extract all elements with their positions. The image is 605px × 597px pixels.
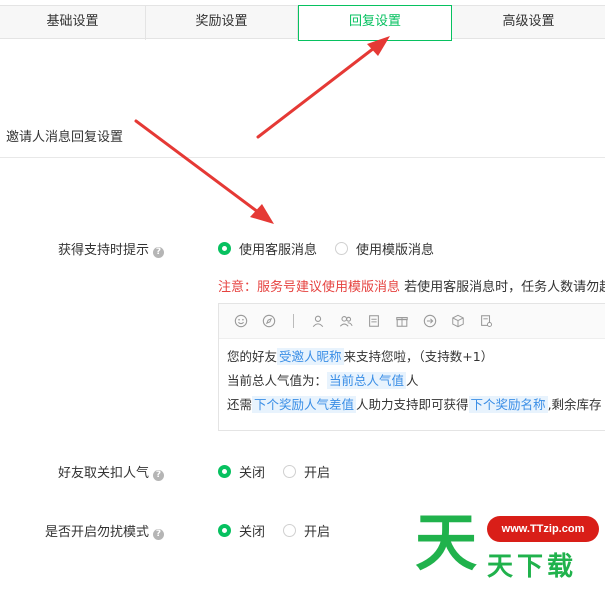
watermark-url-badge: www.TTzip.com <box>487 516 599 542</box>
arrow-to-reply-tab <box>256 36 390 139</box>
text-segment: 当前总人气值为： <box>227 373 328 388</box>
gift-icon[interactable] <box>394 313 410 329</box>
support-tip-label: 获得支持时提示? <box>58 239 165 258</box>
radio-checked-icon <box>218 465 231 478</box>
editor-content[interactable]: 您的好友 受邀人昵称 来支持您啦，（支持数+1） 当前总人气值为： 当前总人气值人 还… <box>219 339 605 423</box>
tab-reply-settings[interactable]: 回复设置 <box>298 5 452 41</box>
radio-label: 开启 <box>304 466 331 481</box>
radio-unchecked-icon <box>335 242 349 255</box>
watermark-text: 天下载 <box>487 552 578 582</box>
user-icon[interactable] <box>310 313 326 329</box>
text-segment: 人助力支持即可获得 <box>356 397 469 412</box>
variable-tag[interactable]: 下个奖励名称 <box>468 396 548 413</box>
text-segment: 来支持您啦，（支持数+1） <box>343 349 494 364</box>
unfollow-label: 好友取关扣人气? <box>58 462 165 481</box>
notice-text: 注意：服务号建议使用模版消息 若使用客服消息时，任务人数请勿超过 <box>218 276 605 295</box>
radio-unchecked-icon <box>283 465 297 478</box>
radio-customer-service-message[interactable]: 使用客服消息 <box>218 239 317 258</box>
text-segment: 还需 <box>227 397 253 412</box>
arrow-to-support-tip <box>134 119 274 224</box>
radio-label: 开启 <box>304 525 331 540</box>
radio-dnd-on[interactable]: 开启 <box>283 521 330 540</box>
variable-tag[interactable]: 受邀人昵称 <box>277 348 344 365</box>
arrow-right-circle-icon[interactable] <box>422 313 438 329</box>
question-icon[interactable]: ? <box>153 470 165 481</box>
radio-label: 关闭 <box>239 525 266 540</box>
text-segment: 您的好友 <box>227 349 278 364</box>
notice-detail: 若使用客服消息时，任务人数请勿超过 <box>400 280 605 295</box>
section-title: 邀请人消息回复设置 <box>6 130 124 145</box>
document-icon[interactable] <box>366 313 382 329</box>
dnd-label-text: 是否开启勿扰模式 <box>45 525 150 540</box>
unfollow-label-text: 好友取关扣人气 <box>58 466 150 481</box>
section-divider <box>0 157 605 158</box>
support-tip-radio-group: 使用客服消息 使用模版消息 <box>218 239 452 258</box>
editor-toolbar <box>219 304 605 339</box>
radio-label: 关闭 <box>239 466 266 481</box>
radio-template-message[interactable]: 使用模版消息 <box>335 239 434 258</box>
settings-doc-icon[interactable] <box>478 313 494 329</box>
radio-label: 使用模版消息 <box>356 243 435 258</box>
dnd-label: 是否开启勿扰模式? <box>45 521 165 540</box>
question-icon[interactable]: ? <box>153 247 165 258</box>
toolbar-separator <box>293 314 294 328</box>
message-editor[interactable]: 您的好友 受邀人昵称 来支持您啦，（支持数+1） 当前总人气值为： 当前总人气值人 还… <box>218 303 605 431</box>
radio-unfollow-on[interactable]: 开启 <box>283 462 330 481</box>
text-segment: 人 <box>406 373 419 388</box>
site-watermark: 天 www.TTzip.com 天下载 <box>415 508 605 593</box>
radio-unchecked-icon <box>283 524 297 537</box>
emoji-icon[interactable] <box>233 313 249 329</box>
radio-unfollow-off[interactable]: 关闭 <box>218 462 265 481</box>
tab-basic-settings[interactable]: 基础设置 <box>0 6 146 40</box>
editor-line: 还需 下个奖励人气差值 人助力支持即可获得 下个奖励名称 ,剩余库存 <box>227 393 605 417</box>
variable-tag[interactable]: 下个奖励人气差值 <box>252 396 357 413</box>
variable-tag[interactable]: 当前总人气值 <box>327 372 407 389</box>
users-icon[interactable] <box>338 313 354 329</box>
radio-checked-icon <box>218 524 231 537</box>
watermark-logo-char: 天 <box>415 506 478 579</box>
radio-checked-icon <box>218 242 231 255</box>
editor-line: 您的好友 受邀人昵称 来支持您啦，（支持数+1） <box>227 345 605 369</box>
editor-line: 当前总人气值为： 当前总人气值人 <box>227 369 605 393</box>
unfollow-radio-group: 关闭 开启 <box>218 462 348 481</box>
text-segment: ,剩余库存 <box>547 397 602 412</box>
radio-label: 使用客服消息 <box>239 243 318 258</box>
question-icon[interactable]: ? <box>153 529 165 540</box>
cube-icon[interactable] <box>450 313 466 329</box>
tab-advanced-settings[interactable]: 高级设置 <box>452 6 605 40</box>
notice-warning: 注意：服务号建议使用模版消息 <box>218 280 401 295</box>
tab-bar: 基础设置 奖励设置 回复设置 高级设置 <box>0 5 605 41</box>
support-tip-label-text: 获得支持时提示 <box>58 243 150 258</box>
tab-reward-settings[interactable]: 奖励设置 <box>146 6 298 40</box>
compass-icon[interactable] <box>261 313 277 329</box>
dnd-radio-group: 关闭 开启 <box>218 521 348 540</box>
radio-dnd-off[interactable]: 关闭 <box>218 521 265 540</box>
